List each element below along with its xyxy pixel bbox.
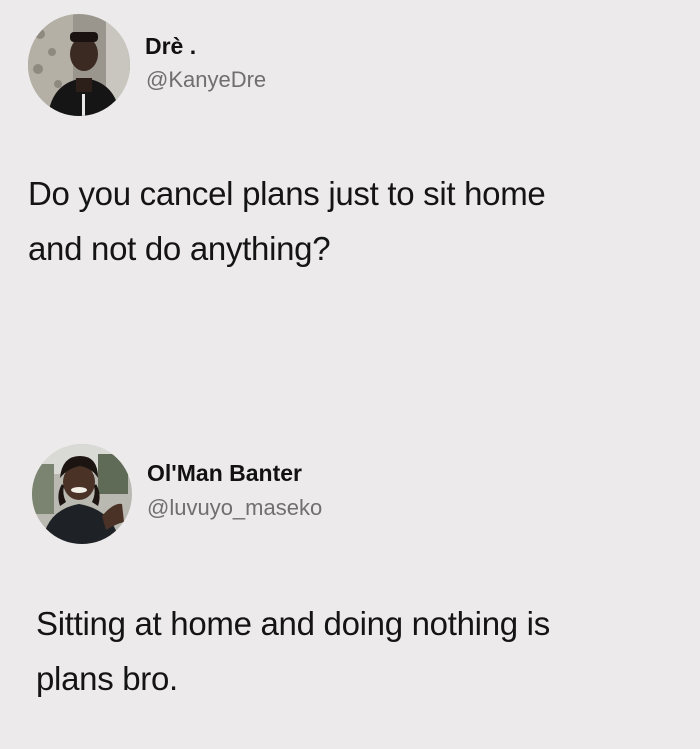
post-text: Sitting at home and doing nothing is pla… — [36, 596, 686, 706]
screenshot: { "posts": [ { "display_name": "Drè .", … — [0, 0, 700, 749]
post-text-line: Sitting at home and doing nothing is — [36, 605, 550, 642]
post-text-line: Do you cancel plans just to sit home — [28, 175, 546, 212]
post-text: Do you cancel plans just to sit home and… — [28, 166, 678, 276]
profile-photo-icon — [28, 14, 130, 116]
post-text-line: and not do anything? — [28, 230, 331, 267]
avatar[interactable] — [28, 14, 130, 116]
post-text-line: plans bro. — [36, 660, 178, 697]
profile-photo-icon — [32, 444, 132, 544]
display-name[interactable]: Ol'Man Banter — [147, 460, 302, 487]
avatar[interactable] — [32, 444, 132, 544]
user-handle[interactable]: @KanyeDre — [146, 67, 266, 93]
user-handle[interactable]: @luvuyo_maseko — [147, 495, 322, 521]
display-name[interactable]: Drè . — [145, 33, 196, 60]
